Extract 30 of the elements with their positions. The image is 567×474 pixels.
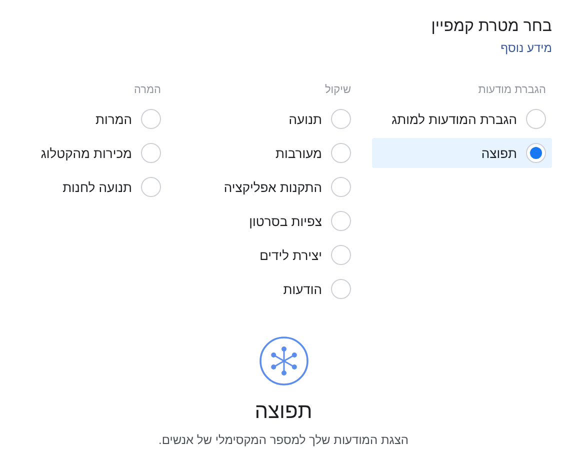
objective-option[interactable]: יצירת לידים: [182, 240, 357, 270]
radio-button[interactable]: [331, 177, 351, 197]
objective-option[interactable]: מעורבות: [182, 138, 357, 168]
radio-button[interactable]: [331, 245, 351, 265]
category-header: הגברת מודעות: [477, 84, 547, 98]
objective-option[interactable]: המרות: [15, 104, 167, 134]
objective-description: הצגת המודעות שלך למספר המקסימלי של אנשים.: [158, 433, 409, 447]
network-icon: [258, 336, 308, 386]
objective-option[interactable]: תנועה: [182, 104, 357, 134]
category-header: המרה: [132, 84, 162, 98]
objective-title: תפוצה: [254, 400, 312, 424]
radio-button[interactable]: [526, 143, 546, 163]
page-title: בחר מטרת קמפיין: [430, 17, 552, 37]
objective-option[interactable]: הגברת המודעות למותג: [372, 104, 552, 134]
radio-button[interactable]: [331, 279, 351, 299]
radio-button[interactable]: [141, 143, 161, 163]
objective-option[interactable]: התקנות אפליקציה: [182, 172, 357, 202]
category-header: שיקול: [324, 84, 352, 98]
radio-button[interactable]: [331, 211, 351, 231]
objective-option[interactable]: צפיות בסרטון: [182, 206, 357, 236]
objective-option[interactable]: הודעות: [182, 274, 357, 304]
radio-button[interactable]: [141, 109, 161, 129]
radio-button[interactable]: [331, 143, 351, 163]
objective-option[interactable]: מכירות מהקטלוג: [15, 138, 167, 168]
learn-more-link[interactable]: מידע נוסף: [500, 41, 552, 55]
objective-option[interactable]: תנועה לחנות: [15, 172, 167, 202]
radio-button[interactable]: [331, 109, 351, 129]
objective-option[interactable]: תפוצה: [372, 138, 552, 168]
radio-button[interactable]: [141, 177, 161, 197]
radio-button[interactable]: [526, 109, 546, 129]
